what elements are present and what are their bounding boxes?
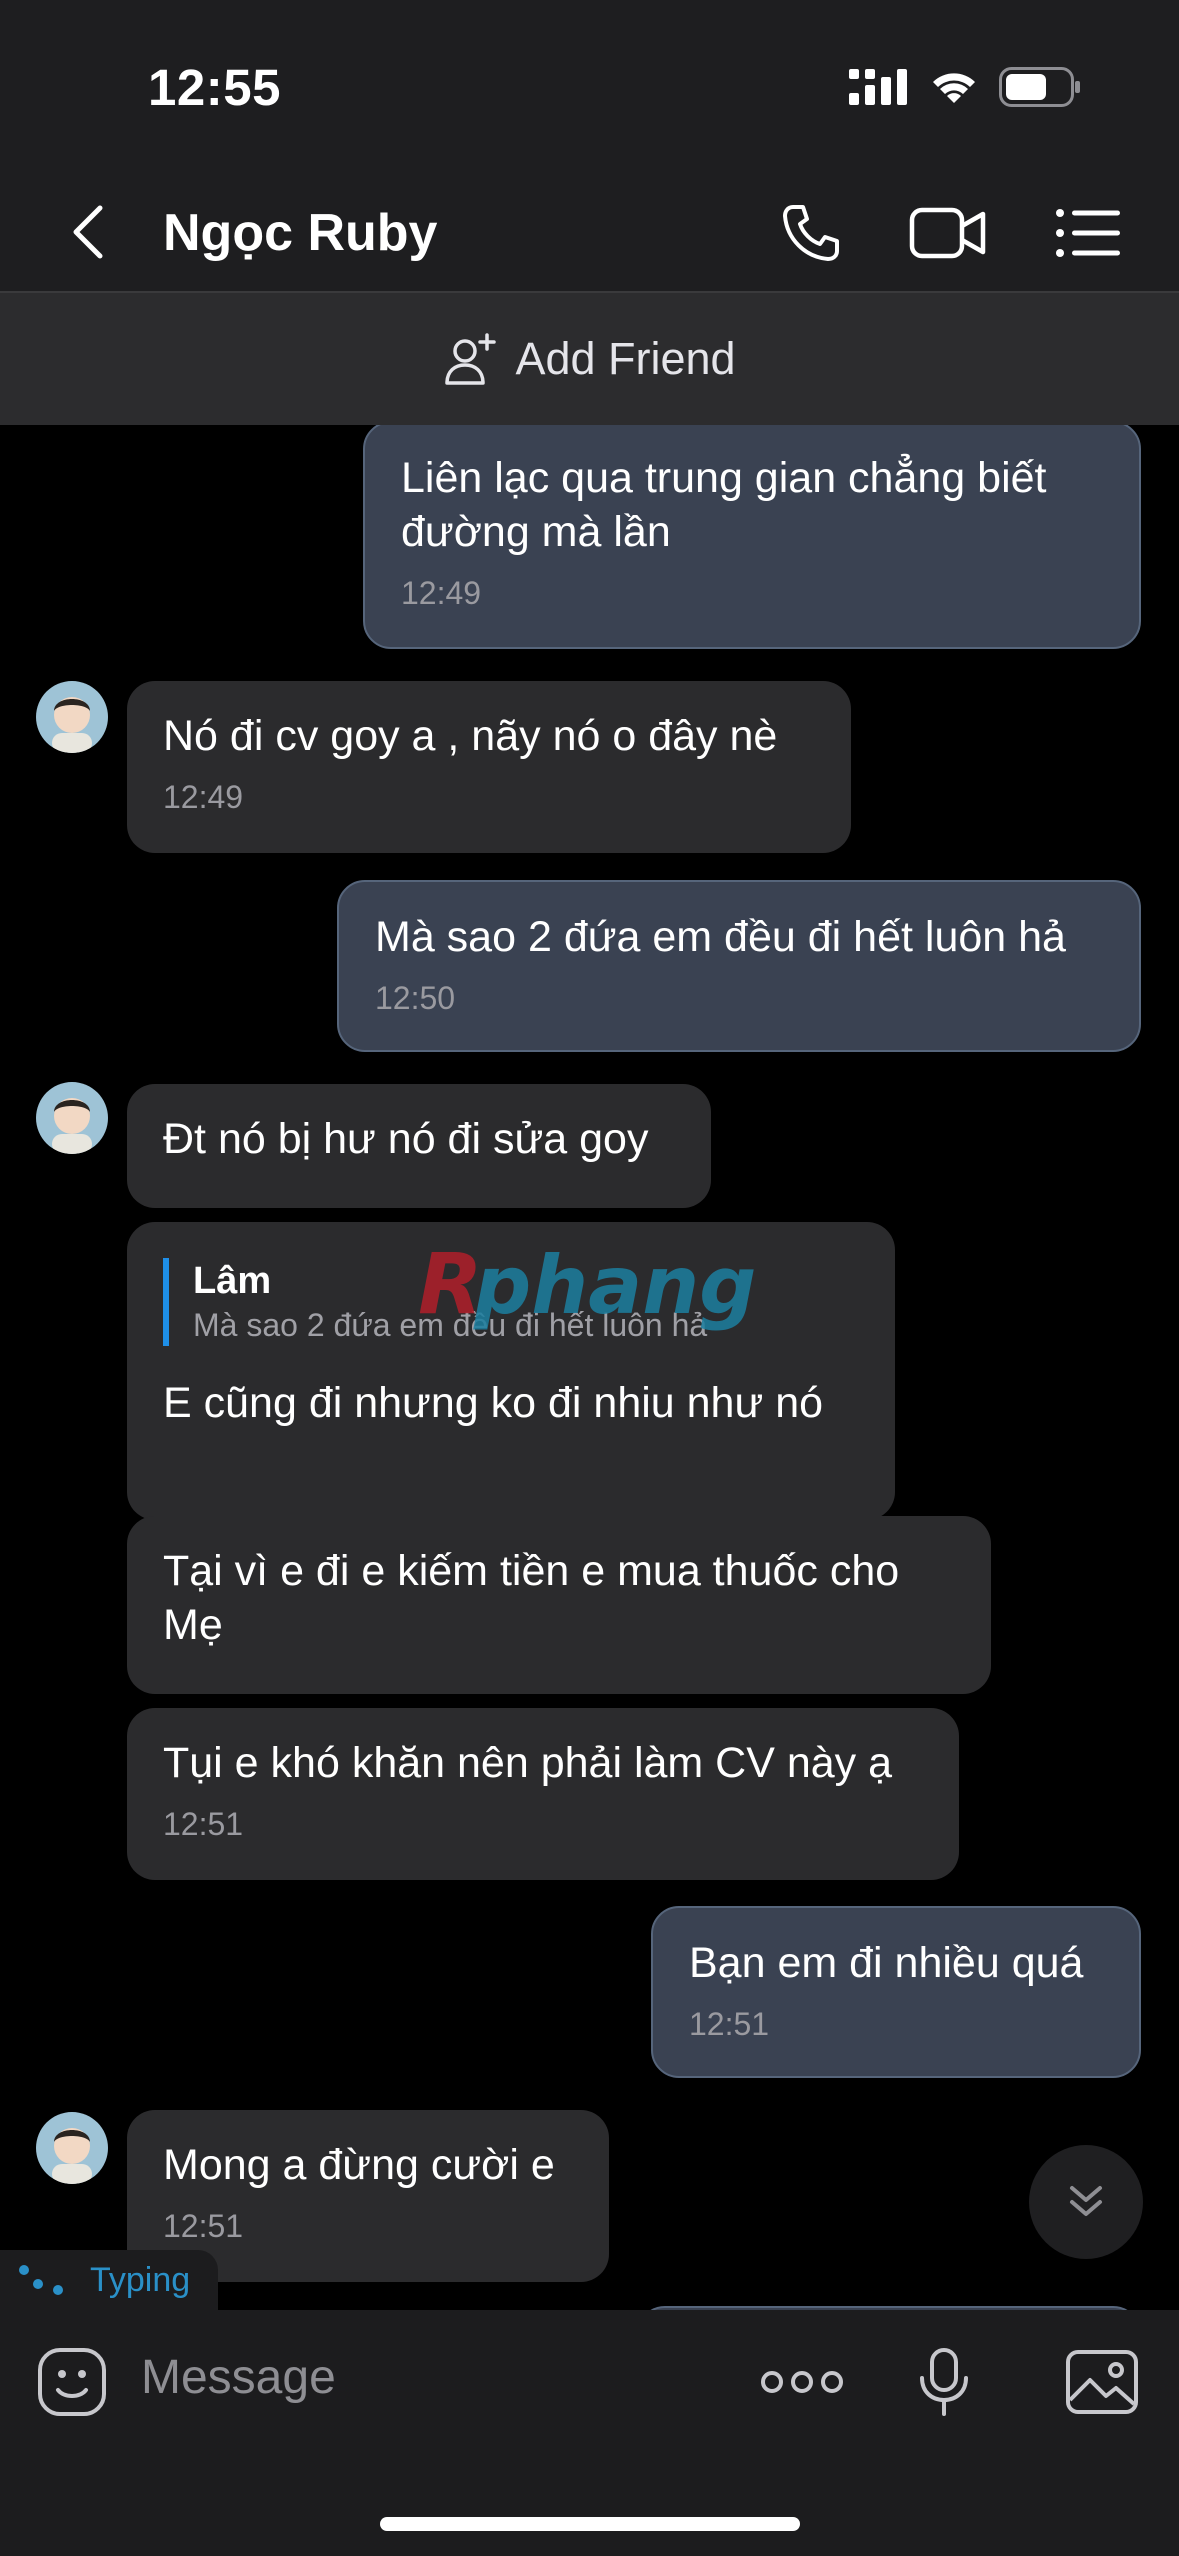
message-text: Đt nó bị hư nó đi sửa goy bbox=[163, 1115, 649, 1163]
message-time: 12:49 bbox=[163, 779, 244, 815]
status-icons bbox=[849, 62, 1081, 112]
message-text: E cũng đi nhưng ko đi nhiu như nó bbox=[163, 1379, 824, 1427]
incoming-message[interactable]: Đt nó bị hư nó đi sửa goy bbox=[127, 1084, 711, 1208]
double-chevron-down-icon bbox=[1070, 2186, 1102, 2216]
typing-dots-icon bbox=[19, 2265, 63, 2295]
message-text: Tại vì e đi e kiếm tiền e mua thuốc cho … bbox=[163, 1547, 900, 1649]
watermark-logo: R phang bbox=[418, 1235, 756, 1333]
microphone-icon bbox=[920, 2348, 968, 2416]
chevron-left-icon bbox=[73, 205, 103, 259]
avatar[interactable] bbox=[36, 2112, 108, 2184]
typing-label: Typing bbox=[90, 2260, 191, 2299]
message-list[interactable]: Liên lạc qua trung gian chẳng biết đường… bbox=[0, 425, 1179, 2310]
avatar-image bbox=[36, 2112, 108, 2184]
message-time: 12:51 bbox=[163, 1806, 244, 1842]
video-camera-icon bbox=[909, 207, 986, 259]
video-call-button[interactable] bbox=[905, 193, 991, 273]
photo-picker-button[interactable] bbox=[1060, 2340, 1144, 2424]
message-composer: Message bbox=[0, 2310, 1179, 2556]
voice-message-button[interactable] bbox=[902, 2340, 986, 2424]
message-text: Mong a đừng cười e bbox=[163, 2141, 555, 2189]
more-dots-icon bbox=[761, 2371, 843, 2393]
message-text: Mà sao 2 đứa em đều đi hết luôn hả bbox=[375, 913, 1066, 961]
battery-icon bbox=[999, 67, 1080, 107]
home-indicator[interactable] bbox=[380, 2517, 800, 2531]
message-time: 12:50 bbox=[375, 980, 456, 1016]
message-input[interactable]: Message bbox=[141, 2350, 336, 2405]
status-bar: 12:55 bbox=[0, 0, 1179, 175]
phone-icon bbox=[783, 205, 839, 261]
avatar[interactable] bbox=[36, 681, 108, 753]
message-time: 12:51 bbox=[163, 2208, 244, 2244]
image-icon bbox=[1066, 2350, 1138, 2414]
outgoing-message[interactable]: Liên lạc qua trung gian chẳng biết đường… bbox=[363, 425, 1141, 649]
scroll-to-bottom-button[interactable] bbox=[1029, 2145, 1143, 2259]
add-user-icon bbox=[445, 333, 497, 385]
svg-text:phang: phang bbox=[473, 1239, 756, 1332]
message-time: 12:49 bbox=[401, 575, 482, 611]
contact-name[interactable]: Ngọc Ruby bbox=[163, 203, 437, 263]
avatar-image bbox=[36, 681, 108, 753]
more-options-button[interactable] bbox=[757, 2340, 847, 2424]
wifi-icon bbox=[933, 73, 975, 103]
sticker-smile-icon bbox=[38, 2348, 106, 2416]
message-text: Nó đi cv goy a , nãy nó o đây nè bbox=[163, 712, 778, 760]
message-text: Bạn em đi nhiều quá bbox=[689, 1939, 1084, 1987]
message-time: 12:51 bbox=[689, 2006, 770, 2042]
message-text: Tụi e khó khăn nên phải làm CV này ạ bbox=[163, 1739, 893, 1787]
incoming-message[interactable]: Tại vì e đi e kiếm tiền e mua thuốc cho … bbox=[127, 1516, 991, 1694]
message-text: Liên lạc qua trung gian chẳng biết đường… bbox=[401, 454, 1047, 556]
avatar-image bbox=[36, 1082, 108, 1154]
voice-call-button[interactable] bbox=[768, 193, 854, 273]
list-menu-icon bbox=[1056, 209, 1120, 257]
typing-indicator: Typing bbox=[0, 2250, 218, 2310]
add-friend-button[interactable]: Add Friend bbox=[0, 293, 1179, 425]
status-time: 12:55 bbox=[148, 59, 281, 116]
incoming-message[interactable]: Tụi e khó khăn nên phải làm CV này ạ 12:… bbox=[127, 1708, 959, 1880]
add-friend-label: Add Friend bbox=[515, 333, 736, 384]
outgoing-message[interactable]: Bạn em đi nhiều quá 12:51 bbox=[651, 1906, 1141, 2078]
incoming-message[interactable]: Nó đi cv goy a , nãy nó o đây nè 12:49 bbox=[127, 681, 851, 853]
avatar[interactable] bbox=[36, 1082, 108, 1154]
cellular-signal-icon bbox=[849, 69, 907, 105]
sticker-button[interactable] bbox=[30, 2340, 114, 2424]
chat-header: Ngọc Ruby bbox=[0, 175, 1179, 293]
back-button[interactable] bbox=[58, 197, 118, 267]
svg-text:R: R bbox=[418, 1235, 483, 1333]
menu-button[interactable] bbox=[1045, 193, 1131, 273]
outgoing-message[interactable]: Mà sao 2 đứa em đều đi hết luôn hả 12:50 bbox=[337, 880, 1141, 1052]
